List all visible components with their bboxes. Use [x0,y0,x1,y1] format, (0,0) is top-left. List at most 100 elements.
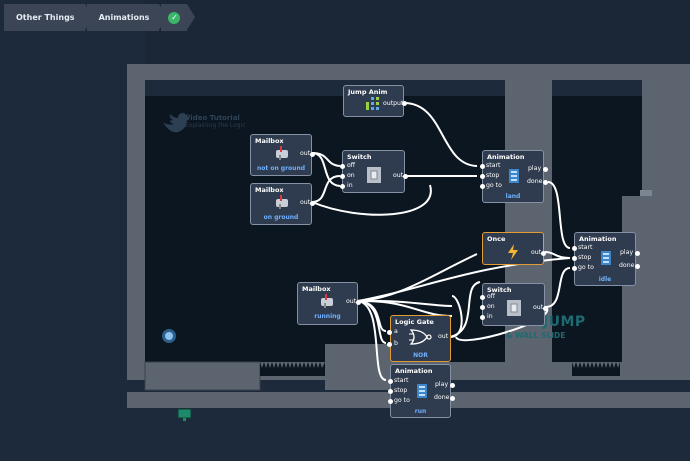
input-port[interactable] [480,295,485,300]
port-label: out [346,298,357,305]
film-icon [601,251,611,265]
output-port[interactable] [635,264,640,269]
input-port[interactable] [387,330,392,335]
node-title: Mailbox [255,137,284,145]
port-label: stop [486,172,500,179]
input-port[interactable] [340,164,345,169]
mailbox-icon [276,195,288,209]
check-circle-icon: ✓ [168,11,181,24]
input-port[interactable] [480,174,485,179]
node-switch-1[interactable]: Switch off on in out [340,150,408,193]
watermark-tutorial-sub: Explaining the Logic [185,122,246,129]
input-port[interactable] [572,266,577,271]
port-label: a [394,328,398,335]
port-label: start [394,377,409,384]
port-label: play [528,165,542,172]
film-icon [509,169,519,183]
output-port[interactable] [543,180,548,185]
output-port[interactable] [403,174,408,179]
node-animation-run[interactable]: Animation start stop go to play done run [388,364,455,418]
breadcrumb-item-other-things[interactable]: Other Things [4,4,93,31]
node-title: Mailbox [302,285,331,293]
switch-icon [367,167,381,183]
port-label: out [533,304,544,311]
output-port[interactable] [402,101,407,106]
node-animation-land[interactable]: Animation start stop go to play done lan… [480,150,548,203]
input-port[interactable] [480,184,485,189]
output-port[interactable] [543,167,548,172]
output-port[interactable] [635,251,640,256]
node-animation-idle[interactable]: Animation start stop go to play done idl… [572,232,640,286]
port-label: done [527,178,543,185]
port-label: on [347,172,355,179]
output-port[interactable] [450,383,455,388]
node-subtitle: NOR [413,352,428,359]
port-label: b [394,340,398,347]
port-label: play [435,381,449,388]
player-character-icon [162,329,176,343]
port-label: go to [486,182,502,189]
node-mailbox-running[interactable]: Mailbox out running [297,282,361,325]
animation-grid-icon [366,97,379,110]
port-label: out [300,150,311,157]
switch-icon [507,300,521,316]
port-label: off [487,293,496,300]
mailbox-icon [276,146,288,160]
mailbox-icon [321,294,333,308]
node-subtitle: run [414,408,427,415]
node-logic-gate[interactable]: Logic Gate a b out NOR [387,315,451,362]
input-port[interactable] [388,389,393,394]
node-once[interactable]: Once out [482,232,546,265]
node-switch-2[interactable]: Switch off on in out [480,283,548,326]
input-port[interactable] [388,399,393,404]
node-jump-anim[interactable]: Jump Anim output [343,85,407,117]
port-label: play [620,249,634,256]
node-title: Switch [347,153,372,161]
breadcrumb-item-animations[interactable]: Animations [86,4,168,31]
output-port[interactable] [310,201,315,206]
watermark-level-sub: & WALL SLIDE [506,331,566,340]
port-label: output [383,100,404,107]
port-label: go to [394,397,410,404]
monitor-icon [177,408,192,421]
input-port[interactable] [480,315,485,320]
input-port[interactable] [387,342,392,347]
node-mailbox-not-on-ground[interactable]: Mailbox out not on ground [250,134,315,176]
output-port[interactable] [541,251,546,256]
port-label: go to [578,264,594,271]
lightning-icon [508,244,518,260]
node-title: Animation [487,153,525,161]
port-label: start [578,244,593,251]
node-title: Logic Gate [395,318,434,326]
port-label: stop [394,387,408,394]
port-label: stop [578,254,592,261]
nor-gate-icon [409,329,432,345]
node-subtitle: idle [598,276,612,283]
node-subtitle: on ground [263,214,299,221]
input-port[interactable] [480,164,485,169]
port-label: on [487,303,495,310]
output-port[interactable] [310,152,315,157]
port-label: start [486,162,501,169]
port-label: out [531,249,542,256]
input-port[interactable] [340,184,345,189]
output-port[interactable] [543,306,548,311]
port-label: out [438,333,449,340]
output-port[interactable] [450,396,455,401]
input-port[interactable] [340,174,345,179]
output-port[interactable] [356,300,361,305]
node-subtitle: land [505,193,521,200]
port-label: out [393,172,404,179]
port-label: done [619,262,635,269]
input-port[interactable] [388,379,393,384]
input-port[interactable] [572,246,577,251]
node-mailbox-on-ground[interactable]: Mailbox out on ground [250,183,315,225]
port-label: off [347,162,356,169]
port-label: in [487,313,493,320]
input-port[interactable] [572,256,577,261]
node-title: Animation [395,367,433,375]
node-title: Once [487,235,506,243]
node-title: Jump Anim [348,88,388,96]
port-label: out [300,199,311,206]
input-port[interactable] [480,305,485,310]
